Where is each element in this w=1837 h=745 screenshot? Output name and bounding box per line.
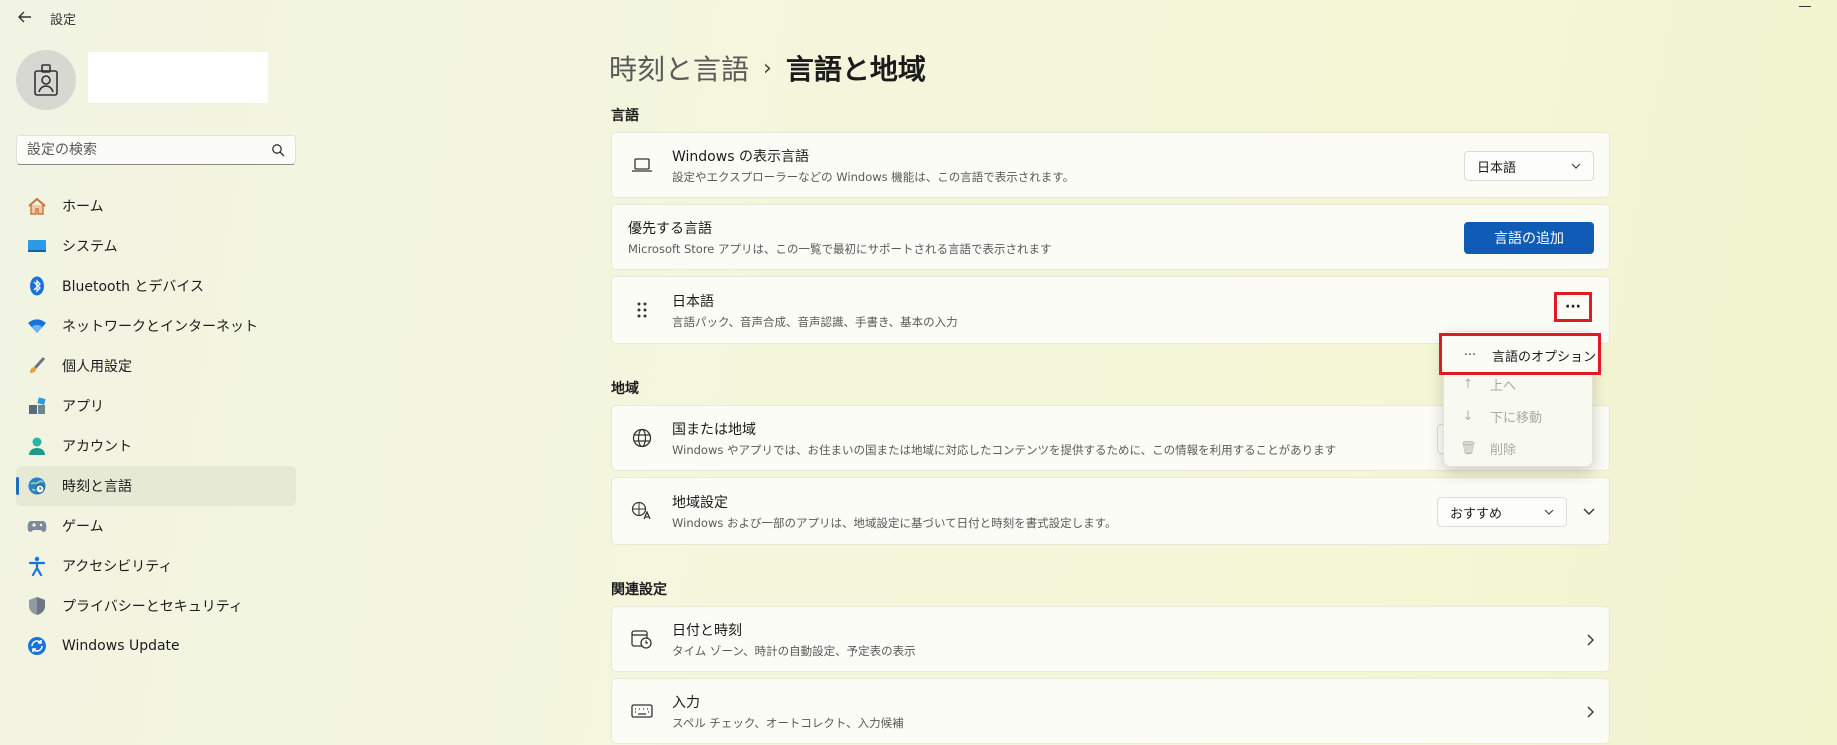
sidebar-item-label: ホーム bbox=[62, 199, 104, 215]
page-title: 言語と地域 bbox=[785, 53, 926, 86]
sidebar-item-network[interactable]: ネットワークとインターネット bbox=[16, 306, 296, 346]
bluetooth-icon bbox=[26, 275, 48, 297]
sidebar-nav: ホーム システム Bluetooth とデバイス ネットワークとインターネット … bbox=[16, 186, 296, 666]
regional-format-value: おすすめ bbox=[1450, 506, 1503, 522]
regional-format-card: 地域設定 Windows および一部のアプリは、地域設定に基づいて日付と時刻を書… bbox=[611, 477, 1610, 545]
sidebar-item-system[interactable]: システム bbox=[16, 226, 296, 266]
preferred-languages-title: 優先する言語 bbox=[628, 220, 712, 237]
time-language-icon bbox=[26, 475, 48, 497]
related-item-description: スペル チェック、オートコレクト、入力候補 bbox=[672, 715, 904, 730]
sidebar-item-label: 個人用設定 bbox=[62, 359, 132, 375]
arrow-up-icon: ↑ bbox=[1462, 376, 1474, 392]
sidebar-item-privacy[interactable]: プライバシーとセキュリティ bbox=[16, 586, 296, 626]
sidebar-item-label: ネットワークとインターネット bbox=[62, 319, 258, 335]
brush-icon bbox=[26, 355, 48, 377]
related-item-date-time[interactable]: 日付と時刻 タイム ゾーン、時計の自動設定、予定表の表示 bbox=[611, 606, 1610, 672]
breadcrumb: 時刻と言語 › 言語と地域 bbox=[609, 48, 926, 88]
home-icon bbox=[26, 195, 48, 217]
account-icon bbox=[26, 435, 48, 457]
arrow-down-icon: ↓ bbox=[1462, 408, 1474, 424]
sidebar-item-home[interactable]: ホーム bbox=[16, 186, 296, 226]
sidebar-item-gaming[interactable]: ゲーム bbox=[16, 506, 296, 546]
search-icon bbox=[272, 144, 285, 157]
sidebar-item-label: アクセシビリティ bbox=[62, 559, 173, 575]
menu-item-label: 下に移動 bbox=[1490, 410, 1543, 426]
language-item-description: 言語パック、音声合成、音声認識、手書き、基本の入力 bbox=[672, 314, 958, 329]
drag-handle-icon[interactable] bbox=[612, 301, 672, 319]
sidebar-item-label: Bluetooth とデバイス bbox=[62, 279, 204, 295]
calendar-clock-icon bbox=[612, 629, 672, 649]
chevron-down-icon bbox=[1544, 509, 1554, 515]
menu-item-move-down[interactable]: ↓ 下に移動 bbox=[1444, 400, 1594, 432]
account-name-box bbox=[88, 52, 268, 103]
sidebar-item-personalization[interactable]: 個人用設定 bbox=[16, 346, 296, 386]
display-language-select[interactable]: 日本語 bbox=[1464, 151, 1594, 181]
expand-chevron-icon[interactable] bbox=[1582, 505, 1596, 519]
menu-item-content: ··· 言語のオプション bbox=[1446, 339, 1596, 371]
avatar[interactable] bbox=[16, 50, 76, 110]
display-language-value: 日本語 bbox=[1477, 160, 1517, 176]
menu-item-label: 言語のオプション bbox=[1492, 349, 1597, 365]
preferred-languages-card: 優先する言語 Microsoft Store アプリは、この一覧で最初にサポート… bbox=[611, 204, 1610, 270]
trash-icon: 🗑 bbox=[1460, 440, 1477, 456]
shield-icon bbox=[26, 595, 48, 617]
menu-item-remove[interactable]: 🗑 削除 bbox=[1444, 432, 1594, 464]
more-icon: ··· bbox=[1463, 347, 1477, 363]
back-button[interactable] bbox=[14, 6, 36, 28]
chevron-down-icon bbox=[1571, 163, 1581, 169]
back-arrow-icon bbox=[18, 11, 31, 23]
add-language-button[interactable]: 言語の追加 bbox=[1464, 222, 1594, 254]
language-item-title: 日本語 bbox=[672, 293, 714, 310]
sidebar-item-label: 時刻と言語 bbox=[62, 479, 132, 495]
keyboard-icon bbox=[612, 704, 672, 718]
laptop-icon bbox=[612, 157, 672, 173]
system-icon bbox=[26, 235, 48, 257]
chevron-right-icon bbox=[1587, 706, 1594, 718]
menu-item-label: 削除 bbox=[1490, 442, 1517, 458]
sidebar-item-label: ゲーム bbox=[62, 519, 104, 535]
app-title: 設定 bbox=[50, 13, 77, 28]
more-options-button[interactable]: ··· bbox=[1554, 292, 1592, 322]
sidebar-item-accessibility[interactable]: アクセシビリティ bbox=[16, 546, 296, 586]
preferred-languages-description: Microsoft Store アプリは、この一覧で最初にサポートされる言語で表… bbox=[628, 241, 1052, 256]
sidebar-item-apps[interactable]: アプリ bbox=[16, 386, 296, 426]
regional-format-select[interactable]: おすすめ bbox=[1437, 497, 1567, 527]
id-badge-icon bbox=[34, 64, 58, 96]
gamepad-icon bbox=[26, 515, 48, 537]
section-title-region: 地域 bbox=[611, 381, 639, 397]
sidebar-item-label: プライバシーとセキュリティ bbox=[62, 599, 243, 615]
update-icon bbox=[26, 635, 48, 657]
more-icon: ··· bbox=[1565, 299, 1581, 315]
menu-item-language-options[interactable]: ··· 言語のオプション bbox=[1439, 333, 1601, 375]
sidebar-item-accounts[interactable]: アカウント bbox=[16, 426, 296, 466]
search-box[interactable] bbox=[16, 135, 296, 165]
sidebar-item-label: アプリ bbox=[62, 399, 104, 415]
sidebar-item-windows-update[interactable]: Windows Update bbox=[16, 626, 296, 666]
menu-item-label: 上へ bbox=[1490, 378, 1517, 394]
related-item-title: 日付と時刻 bbox=[672, 622, 742, 639]
wifi-icon bbox=[26, 315, 48, 337]
related-item-title: 入力 bbox=[672, 694, 700, 711]
related-item-typing[interactable]: 入力 スペル チェック、オートコレクト、入力候補 bbox=[611, 678, 1610, 744]
section-title-related: 関連設定 bbox=[611, 582, 667, 598]
sidebar-item-label: システム bbox=[62, 239, 118, 255]
search-input[interactable] bbox=[27, 142, 271, 158]
display-language-card: Windows の表示言語 設定やエクスプローラーなどの Windows 機能は… bbox=[611, 132, 1610, 198]
sidebar-item-time-language[interactable]: 時刻と言語 bbox=[16, 466, 296, 506]
section-title-language: 言語 bbox=[611, 108, 639, 124]
globe-icon bbox=[612, 428, 672, 448]
apps-icon bbox=[26, 395, 48, 417]
accessibility-icon bbox=[26, 555, 48, 577]
sidebar-item-label: Windows Update bbox=[62, 638, 180, 654]
related-item-description: タイム ゾーン、時計の自動設定、予定表の表示 bbox=[672, 643, 916, 658]
minimize-button[interactable] bbox=[1799, 6, 1811, 7]
breadcrumb-parent[interactable]: 時刻と言語 bbox=[609, 48, 749, 88]
sidebar-item-label: アカウント bbox=[62, 439, 132, 455]
chevron-right-icon: › bbox=[763, 55, 772, 81]
chevron-right-icon bbox=[1587, 634, 1594, 646]
sidebar-item-bluetooth[interactable]: Bluetooth とデバイス bbox=[16, 266, 296, 306]
regional-format-icon bbox=[612, 501, 672, 521]
